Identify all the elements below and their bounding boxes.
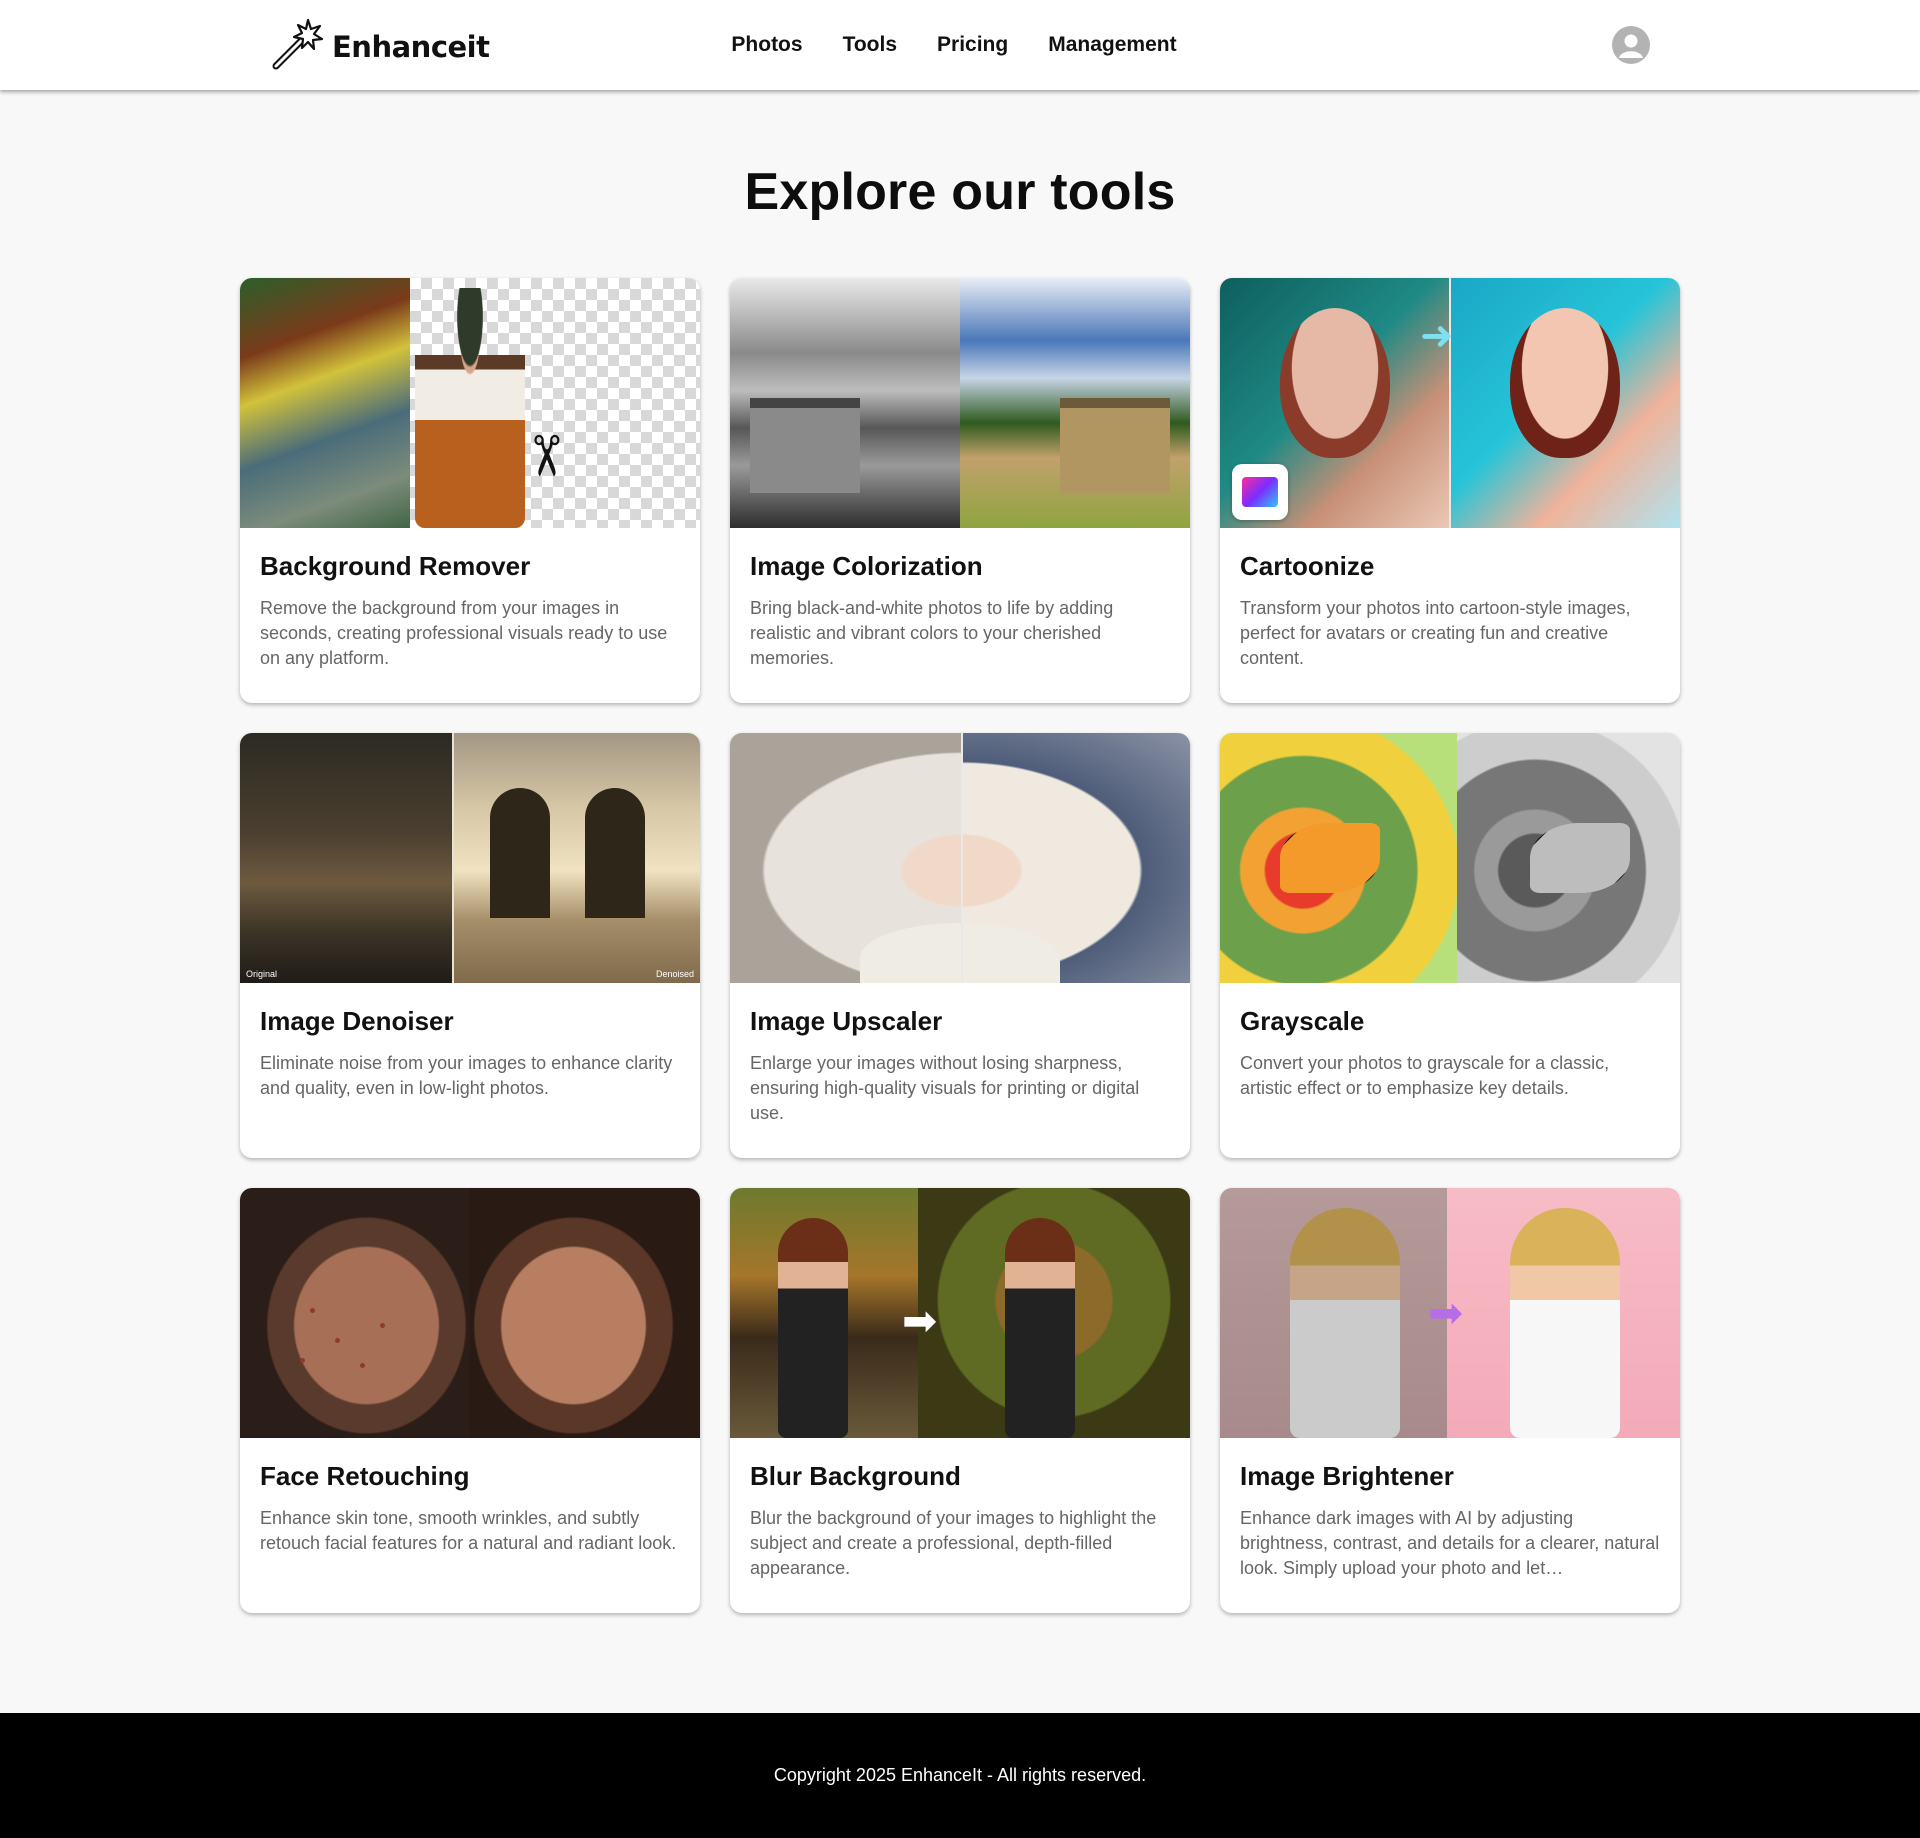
thumb-label-original: Original (246, 969, 278, 979)
tool-card-description: Remove the background from your images i… (260, 598, 668, 668)
tool-card-description: Enlarge your images without losing sharp… (750, 1053, 1140, 1123)
brand-logo-link[interactable]: Enhanceit (270, 16, 490, 77)
tool-card-description: Convert your photos to grayscale for a c… (1240, 1053, 1610, 1098)
tool-thumbnail (730, 278, 1190, 528)
tool-card-description: Enhance dark images with AI by adjusting… (1240, 1508, 1660, 1578)
copyright-text: Copyright 2025 EnhanceIt - All rights re… (773, 1765, 1147, 1785)
tools-grid: ✂ Background Remover Remove the backgrou… (240, 278, 1680, 1613)
tool-thumbnail: Original Denoised (240, 733, 700, 983)
thumb-label-denoised: Denoised (655, 969, 694, 979)
tool-card-title: Blur Background (750, 1461, 961, 1491)
tool-card-description: Bring black-and-white photos to life by … (750, 598, 1114, 668)
tool-thumbnail: ➡ (1220, 1188, 1680, 1438)
nav-link-pricing[interactable]: Pricing (937, 33, 1008, 57)
arrow-right-icon: ➡ (1428, 1289, 1464, 1336)
tool-thumbnail: ➡ (730, 1188, 1190, 1438)
tool-card-grayscale[interactable]: Grayscale Convert your photos to graysca… (1220, 733, 1680, 1158)
tool-card-image-colorization[interactable]: Image Colorization Bring black-and-white… (730, 278, 1190, 703)
tool-card-description: Enhance skin tone, smooth wrinkles, and … (260, 1508, 677, 1553)
user-avatar-button[interactable] (1612, 26, 1650, 64)
tool-card-title: Background Remover (260, 551, 531, 581)
scissors-icon: ✂ (514, 432, 578, 480)
tool-card-background-remover[interactable]: ✂ Background Remover Remove the backgrou… (240, 278, 700, 703)
tool-thumbnail: ✂ (240, 278, 700, 528)
tool-thumbnail (730, 733, 1190, 983)
nav-link-photos[interactable]: Photos (731, 33, 802, 57)
tool-card-face-retouching[interactable]: Face Retouching Enhance skin tone, smoot… (240, 1188, 700, 1613)
tool-card-image-upscaler[interactable]: Image Upscaler Enlarge your images witho… (730, 733, 1190, 1158)
tool-card-description: Transform your photos into cartoon-style… (1240, 598, 1631, 668)
tool-card-title: Cartoonize (1240, 551, 1375, 581)
tool-card-title: Image Denoiser (260, 1006, 454, 1036)
curved-arrow-icon: ➜ (1420, 314, 1454, 358)
tool-thumbnail: ➜ (1220, 278, 1680, 528)
footer: Copyright 2025 EnhanceIt - All rights re… (0, 1713, 1920, 1838)
tool-card-title: Grayscale (1240, 1006, 1365, 1036)
tool-card-blur-background[interactable]: ➡ Blur Background Blur the background of… (730, 1188, 1190, 1613)
tool-card-title: Image Brightener (1240, 1461, 1454, 1491)
nav-link-tools[interactable]: Tools (843, 33, 897, 57)
user-avatar-icon (1619, 34, 1643, 58)
tool-card-description: Eliminate noise from your images to enha… (260, 1053, 673, 1098)
magic-wand-icon (270, 16, 326, 77)
tool-card-description: Blur the background of your images to hi… (750, 1508, 1157, 1578)
tool-thumbnail (1220, 733, 1680, 983)
brand-name: Enhanceit (332, 29, 490, 64)
tool-card-image-denoiser[interactable]: Original Denoised Image Denoiser Elimina… (240, 733, 700, 1158)
tool-card-title: Image Upscaler (750, 1006, 943, 1036)
page-title: Explore our tools (744, 163, 1176, 221)
tool-card-title: Face Retouching (260, 1461, 470, 1491)
tool-card-image-brightener[interactable]: ➡ Image Brightener Enhance dark images w… (1220, 1188, 1680, 1613)
tool-card-cartoonize[interactable]: ➜ Cartoonize Transform your photos into … (1220, 278, 1680, 703)
arrow-right-icon: ➡ (902, 1297, 938, 1344)
nav-link-management[interactable]: Management (1048, 33, 1176, 57)
top-navbar: Enhanceit Photos Tools Pricing Managemen… (0, 0, 1920, 90)
app-badge-icon (1232, 464, 1288, 520)
tool-thumbnail (240, 1188, 700, 1438)
tool-card-title: Image Colorization (750, 551, 983, 581)
